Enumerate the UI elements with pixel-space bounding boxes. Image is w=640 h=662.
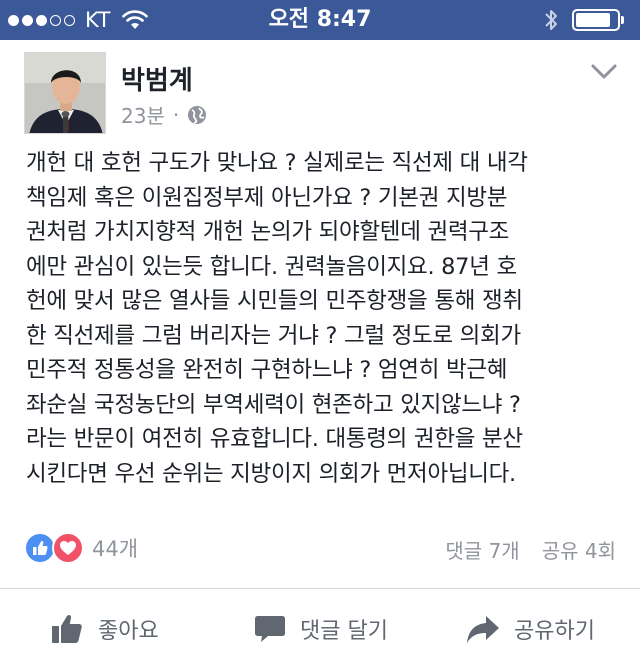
like-label: 좋아요 — [98, 619, 159, 644]
post-meta: 23분 · — [121, 100, 207, 129]
battery-body — [572, 9, 620, 31]
post-body-text: 개헌 대 호헌 구도가 맞나요 ? 실제로는 직선제 대 내각책임제 혹은 이원… — [26, 146, 618, 491]
battery-tip — [621, 16, 624, 24]
battery-fill — [576, 13, 610, 27]
battery-icon — [572, 9, 624, 31]
post-text-line: 개헌 대 호헌 구도가 맞나요 ? 실제로는 직선제 대 내각 — [26, 150, 528, 176]
comments-count[interactable]: 댓글 7개 — [445, 535, 519, 564]
post-text-line: 한 직선제를 그럼 버리자는 거냐 ? 그럴 정도로 의회가 — [26, 322, 521, 349]
comment-label: 댓글 달기 — [300, 619, 388, 644]
post-text-line: 좌순실 국정농단의 부역세력이 현존하고 있지않느냐 ? — [26, 391, 521, 418]
engagement-counts: 댓글 7개 공유 4회 — [445, 535, 616, 564]
author-name[interactable]: 박범계 — [121, 60, 193, 97]
thumbs-up-icon — [52, 614, 82, 643]
heart-icon — [60, 541, 76, 555]
share-button[interactable]: 공유하기 — [466, 600, 595, 658]
post-text-line: 라는 반문이 여전히 유효합니다. 대통령의 권한을 분산 — [26, 426, 523, 452]
reaction-count: 44개 — [92, 537, 139, 561]
love-reaction-icon — [52, 532, 84, 564]
shares-count[interactable]: 공유 4회 — [542, 535, 616, 564]
share-label: 공유하기 — [514, 619, 595, 644]
bluetooth-icon — [545, 10, 557, 30]
avatar[interactable] — [24, 52, 106, 134]
post-header: 박범계 23분 · — [0, 40, 640, 140]
globe-icon — [188, 105, 207, 124]
post-text-line: 민주적 정통성을 완전히 구현하느냐 ? 엄연히 박근혜 — [26, 357, 508, 383]
post-time[interactable]: 23분 — [121, 100, 165, 129]
divider — [0, 588, 640, 589]
comment-icon — [255, 616, 285, 642]
meta-separator: · — [172, 102, 180, 127]
post-text-line: 에만 관심이 있는듯 합니다. 권력놀음이지요. 87년 호 — [26, 253, 517, 280]
share-arrow-icon — [467, 616, 499, 643]
post-text-line: 시킨다면 우선 순위는 지방이지 의회가 먼저아닙니다. — [26, 460, 516, 487]
post-text-line: 권처럼 가치지향적 개헌 논의가 되야할텐데 권력구조 — [26, 219, 510, 245]
avatar-photo — [25, 53, 105, 133]
comment-button[interactable]: 댓글 달기 — [254, 600, 388, 658]
post-text-line: 책임제 혹은 이원집정부제 아닌가요 ? 기본권 지방분 — [26, 184, 508, 211]
facebook-post-screen: KT 오전 8:47 박범계 23분 · 개헌 대 호헌 구도가 맞나요 ? 실… — [0, 0, 640, 662]
thumbs-up-icon — [33, 541, 48, 555]
like-button[interactable]: 좋아요 — [50, 600, 159, 658]
status-right — [544, 0, 624, 40]
reactions-summary[interactable]: 44개 — [24, 532, 138, 564]
chevron-down-icon[interactable] — [590, 62, 618, 82]
status-bar: KT 오전 8:47 — [0, 0, 640, 40]
action-bar: 좋아요 댓글 달기 공유하기 — [0, 600, 640, 658]
post-text-line: 헌에 맞서 많은 열사들 시민들의 민주항쟁을 통해 쟁취 — [26, 288, 523, 314]
